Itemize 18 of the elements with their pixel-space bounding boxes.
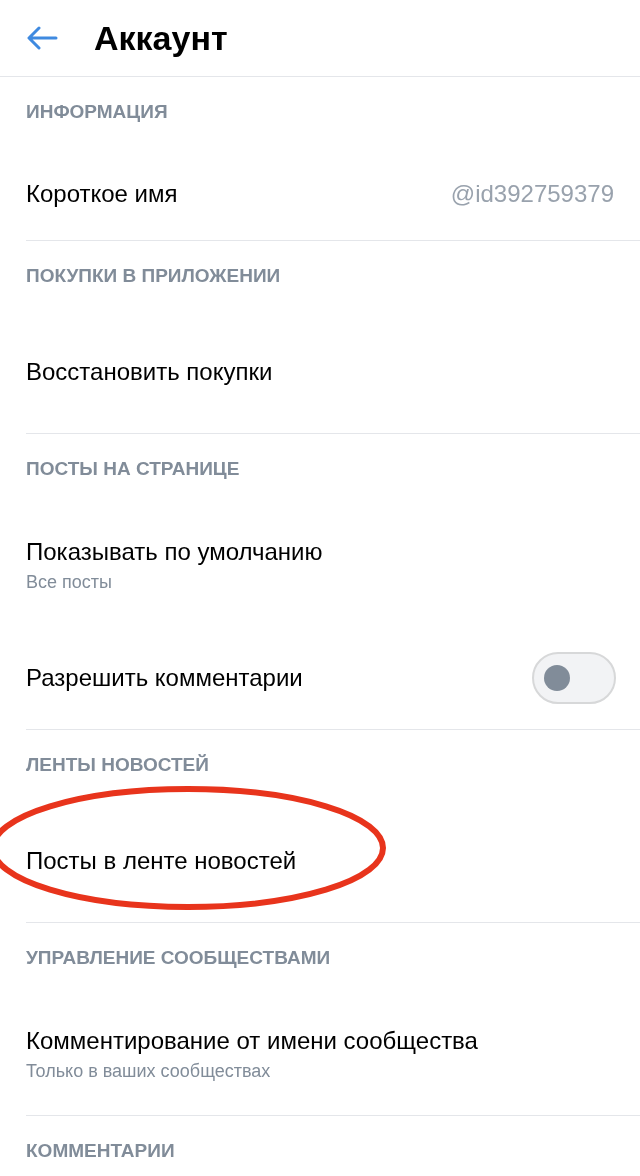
setting-label[interactable]: Показывать по умолчанию — [26, 537, 323, 566]
section-header: ПОСТЫ НА СТРАНИЦЕ — [26, 457, 241, 481]
page-title: Аккаунт — [94, 18, 228, 58]
setting-label[interactable]: Посты в ленте новостей — [26, 847, 297, 875]
setting-subtitle: Все посты — [26, 571, 113, 593]
section-header: ИНФОРМАЦИЯ — [26, 100, 169, 124]
setting-label[interactable]: Короткое имя — [26, 179, 178, 208]
section-header: УПРАВЛЕНИЕ СООБЩЕСТВАМИ — [26, 946, 332, 970]
setting-label[interactable]: Комментирование от имени сообщества — [26, 1026, 478, 1055]
section-header: ЛЕНТЫ НОВОСТЕЙ — [26, 753, 210, 777]
section-header: КОММЕНТАРИИ — [26, 1139, 176, 1163]
setting-label[interactable]: Разрешить комментарии — [26, 663, 303, 692]
setting-value: @id392759379 — [450, 179, 614, 208]
toggle-switch[interactable] — [532, 651, 616, 704]
setting-label[interactable]: Восстановить покупки — [26, 358, 273, 386]
setting-subtitle: Только в ваших сообществах — [26, 1060, 272, 1082]
back-arrow-icon[interactable] — [26, 26, 58, 50]
section-header: ПОКУПКИ В ПРИЛОЖЕНИИ — [26, 264, 282, 288]
